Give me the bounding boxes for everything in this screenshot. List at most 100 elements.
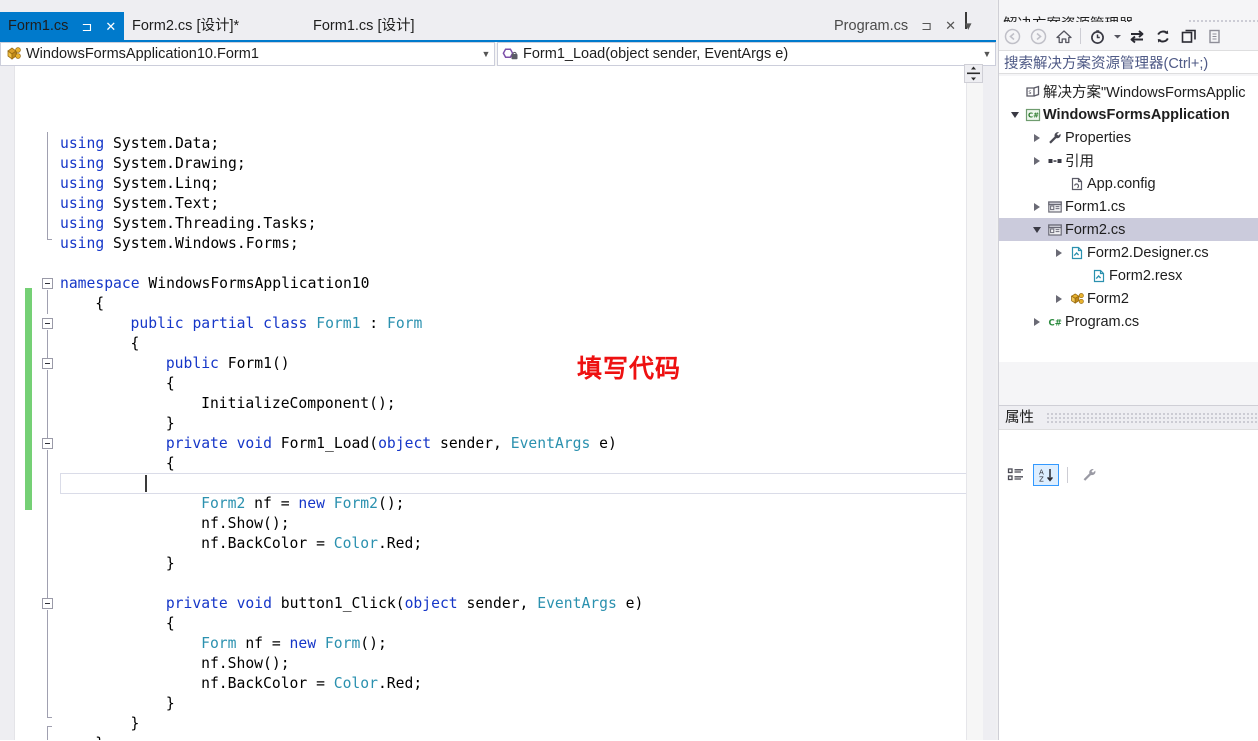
tree-item-label: WindowsFormsApplication (1043, 106, 1230, 123)
editor-tab-strip: Form1.cs ⊐ ✕ Form2.cs [设计]* Form1.cs [设计… (0, 0, 996, 42)
chevron-right-icon[interactable] (1029, 195, 1045, 218)
property-pages-wrench-icon[interactable] (1077, 464, 1103, 486)
code-line: namespace WindowsFormsApplication10 (60, 274, 370, 294)
chevron-right-icon[interactable] (1051, 287, 1067, 310)
code-token: nf.Show(); (201, 515, 290, 532)
alphabetical-sort-icon[interactable]: A Z (1033, 464, 1059, 486)
editor-vertical-scrollbar[interactable] (966, 66, 983, 740)
code-token: System.Windows.Forms; (104, 235, 299, 252)
editor-column: Form1.cs ⊐ ✕ Form2.cs [设计]* Form1.cs [设计… (0, 0, 996, 740)
tree-item-form2.resx[interactable]: Form2.resx (999, 264, 1258, 287)
visual-studio-window: Form1.cs ⊐ ✕ Form2.cs [设计]* Form1.cs [设计… (0, 0, 1258, 741)
tree-item-form2.designer.cs[interactable]: Form2.Designer.cs (999, 241, 1258, 264)
collapse-all-icon[interactable] (1176, 24, 1202, 48)
chevron-down-icon[interactable]: ▾ (965, 12, 972, 33)
editor-tab-form2-cs-design[interactable]: Form2.cs [设计]* (124, 12, 296, 40)
close-icon[interactable]: ✕ (945, 12, 956, 40)
categorized-icon[interactable] (1003, 464, 1029, 486)
show-all-files-icon[interactable] (1202, 24, 1228, 48)
code-token: { (95, 295, 105, 312)
editor-tab-form1-cs[interactable]: Form1.cs ⊐ ✕ (0, 12, 125, 41)
tree-item-[interactable]: 引用 (999, 149, 1258, 172)
code-text-layer[interactable]: using System.Data; using System.Drawing; u… (15, 66, 983, 740)
solution-explorer-tree[interactable]: s 解决方案"WindowsFormsApplic C# WindowsFormsAp… (999, 76, 1258, 362)
tree-item-form1.cs[interactable]: Form1.cs (999, 195, 1258, 218)
close-icon[interactable]: ✕ (105, 12, 116, 41)
code-editor[interactable]: using System.Data; using System.Drawing; u… (14, 66, 983, 740)
code-token: InitializeComponent(); (201, 395, 396, 412)
code-token: Form (324, 635, 361, 652)
chevron-right-icon[interactable] (1029, 126, 1045, 149)
code-token: { (130, 335, 140, 352)
code-line: { (95, 294, 104, 314)
csharp-file-icon: C# (1045, 310, 1065, 333)
tree-item-label: Form2.resx (1109, 267, 1183, 284)
tree-item-properties[interactable]: Properties (999, 126, 1258, 149)
chevron-down-icon[interactable]: ▼ (478, 49, 494, 59)
solution-explorer-search-input[interactable]: 搜索解决方案资源管理器(Ctrl+;) (999, 50, 1258, 74)
code-line: using System.Threading.Tasks; (60, 214, 316, 234)
pending-changes-icon[interactable] (1084, 24, 1110, 48)
tree-item-app.config[interactable]: App.config (999, 172, 1258, 195)
code-token: Form2 (333, 495, 378, 512)
properties-drag-grip[interactable] (1047, 413, 1257, 423)
split-view-icon[interactable] (964, 64, 983, 83)
tree-item-form2.cs[interactable]: Form2.cs (999, 218, 1258, 241)
chevron-down-icon[interactable] (1110, 24, 1124, 48)
type-dropdown[interactable]: WindowsFormsApplication10.Form1 ▼ (0, 42, 495, 66)
properties-wrench-icon (1045, 126, 1065, 149)
sync-with-active-document-icon[interactable] (1124, 24, 1150, 48)
back-icon[interactable] (999, 24, 1025, 48)
editor-tab-program-cs[interactable]: Program.cs ⊐ ✕ ▾ (826, 12, 996, 40)
code-line: using System.Windows.Forms; (60, 234, 299, 254)
code-token: (); (360, 635, 387, 652)
chevron-right-icon[interactable] (1051, 241, 1067, 264)
editor-tab-form1-cs-design[interactable]: Form1.cs [设计] (305, 12, 465, 40)
chevron-down-icon[interactable] (1007, 103, 1023, 126)
code-line: Form nf = new Form(); (201, 634, 387, 654)
member-dropdown[interactable]: Form1_Load(object sender, EventArgs e) ▼ (497, 42, 996, 66)
properties-panel-body[interactable]: A Z (999, 429, 1258, 741)
code-token: private void (165, 435, 272, 452)
tree-item-windowsformsapplic[interactable]: s 解决方案"WindowsFormsApplic (999, 80, 1258, 103)
code-token: (); (377, 495, 405, 512)
chevron-down-icon[interactable] (1029, 218, 1045, 241)
home-icon[interactable] (1051, 24, 1077, 48)
tree-expander-spacer (1051, 172, 1067, 195)
code-token: nf.BackColor = (201, 535, 334, 552)
code-token: } (95, 735, 104, 740)
code-token: public partial class (130, 315, 308, 332)
tree-item-windowsformsapplication[interactable]: C# WindowsFormsApplication (999, 103, 1258, 126)
solution-explorer-toolbar (999, 22, 1258, 50)
code-token: Form (201, 635, 237, 652)
code-token: nf.BackColor = (201, 675, 334, 692)
tree-item-form2[interactable]: Form2 (999, 287, 1258, 310)
code-token: Color (333, 535, 378, 552)
code-token: using (60, 135, 105, 152)
pin-icon[interactable]: ⊐ (921, 12, 932, 40)
code-token: WindowsFormsApplication10 (139, 275, 370, 292)
svg-text:s: s (1028, 89, 1031, 96)
tree-item-program.cs[interactable]: C# Program.cs (999, 310, 1258, 333)
code-line: private void Form1_Load(object sender, E… (166, 434, 617, 454)
forward-icon[interactable] (1025, 24, 1051, 48)
code-token: object (404, 595, 458, 612)
editor-tab-label: Form2.cs [设计]* (132, 18, 240, 34)
chevron-right-icon[interactable] (1029, 310, 1045, 333)
code-line: private void button1_Click(object sender… (166, 594, 644, 614)
chevron-right-icon[interactable] (1029, 149, 1045, 172)
tree-item-label: Program.cs (1065, 313, 1140, 330)
code-token: Form1 (316, 315, 361, 332)
code-line: using System.Drawing; (60, 154, 246, 174)
code-token: System.Threading.Tasks; (104, 215, 317, 232)
pin-icon[interactable]: ⊐ (81, 12, 92, 41)
code-line: nf.Show(); (201, 514, 289, 534)
code-line: } (166, 694, 175, 714)
code-line: { (166, 374, 175, 394)
chevron-down-icon[interactable]: ▼ (979, 49, 995, 59)
editor-tab-label: Form1.cs (8, 18, 69, 34)
refresh-icon[interactable] (1150, 24, 1176, 48)
solution-icon: s (1023, 80, 1043, 103)
svg-text:Z: Z (1039, 476, 1044, 484)
